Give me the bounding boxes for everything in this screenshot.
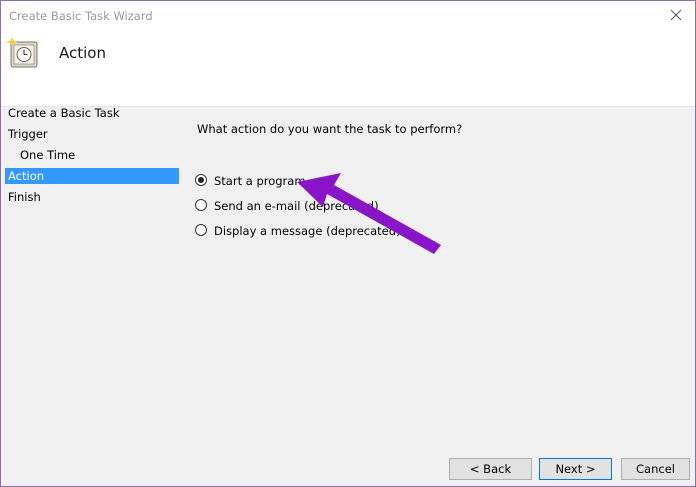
display-message-label[interactable]: Display a message (deprecated) — [214, 223, 401, 239]
action-panel: What action do you want the task to perf… — [197, 122, 677, 136]
send-email-label[interactable]: Send an e-mail (deprecated) — [214, 198, 379, 214]
close-icon — [670, 9, 682, 21]
title-bar: Create Basic Task Wizard — [1, 1, 695, 31]
step-finish[interactable]: Finish — [5, 189, 179, 210]
step-one-time[interactable]: One Time — [5, 147, 179, 168]
task-scheduler-clock-icon — [6, 36, 40, 70]
start-program-radio[interactable] — [195, 174, 207, 186]
wizard-window: Create Basic Task Wizard Action Create a… — [0, 0, 696, 487]
close-button[interactable] — [659, 1, 693, 31]
wizard-steps: Create a Basic Task Trigger One Time Act… — [5, 105, 179, 210]
window-title: Create Basic Task Wizard — [9, 9, 153, 23]
step-create-basic-task[interactable]: Create a Basic Task — [5, 105, 179, 126]
step-trigger[interactable]: Trigger — [5, 126, 179, 147]
step-action[interactable]: Action — [5, 168, 179, 184]
send-email-radio[interactable] — [195, 199, 207, 211]
start-program-label[interactable]: Start a program — [214, 173, 306, 189]
display-message-radio[interactable] — [195, 224, 207, 236]
action-question: What action do you want the task to perf… — [197, 122, 463, 136]
next-button[interactable]: Next > — [539, 458, 612, 480]
back-button[interactable]: < Back — [449, 458, 532, 480]
cancel-button[interactable]: Cancel — [621, 458, 690, 480]
wizard-header: Action — [1, 31, 695, 107]
page-title: Action — [59, 44, 106, 62]
